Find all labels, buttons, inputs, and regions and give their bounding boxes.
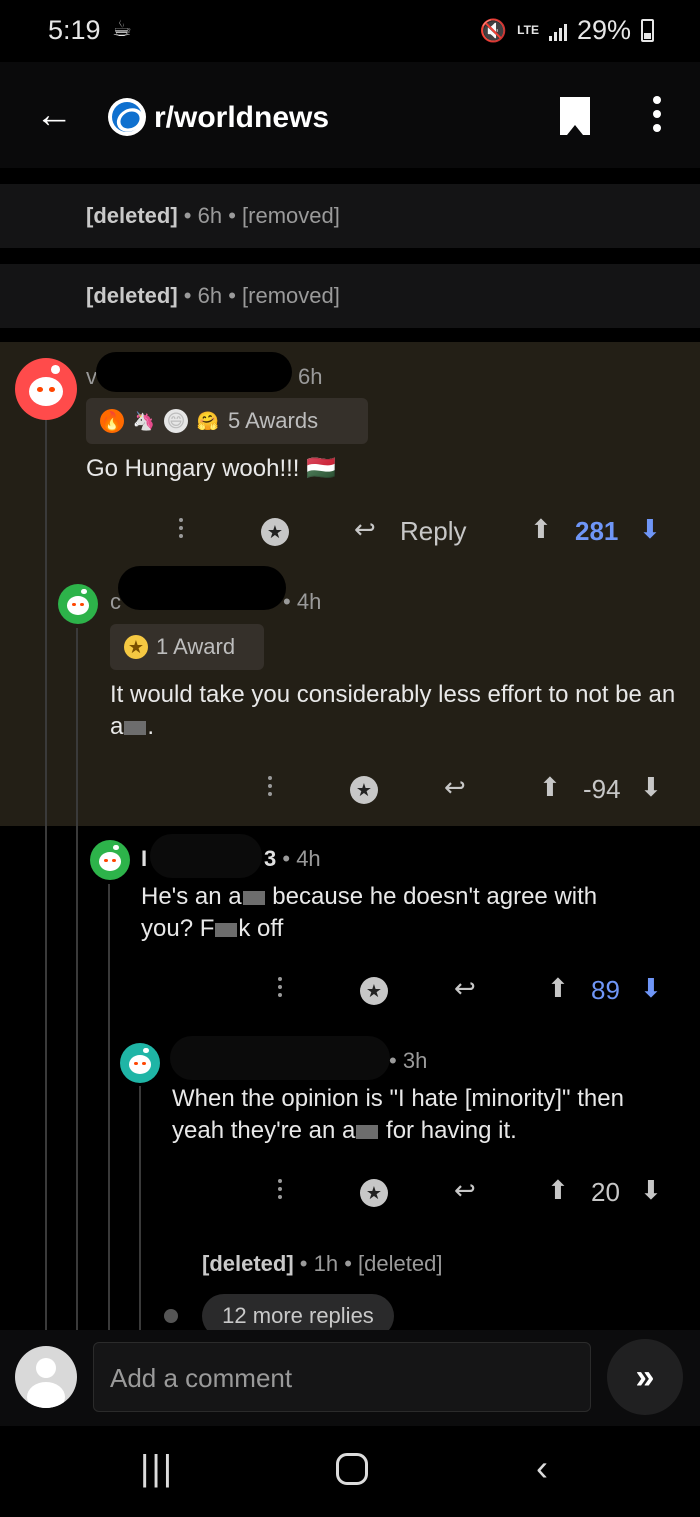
overflow-menu-icon[interactable] [651,96,663,136]
mute-icon: 🔇 [479,17,508,43]
fire-award-icon: 🔥 [100,409,124,433]
more-options-icon[interactable] [277,1179,283,1203]
awards-count: 1 Award [156,634,236,659]
back-nav-icon[interactable]: ‹ [536,1448,548,1488]
bookmark-icon[interactable] [560,97,590,135]
network-type: LTE [517,23,539,37]
downvote-icon[interactable]: ⬇ [639,514,661,545]
thread-collapse-dot[interactable] [164,1309,178,1323]
clock: 5:19 [48,15,101,45]
redacted-username [96,352,292,392]
status-icons: 🔇 LTE 29% [480,15,654,46]
comment-age: 1h [313,1251,339,1276]
comment-meta: [deleted] • 6h • [removed] [86,283,340,308]
author-name: [deleted] [86,203,178,228]
downvote-icon[interactable]: ⬇ [640,973,662,1004]
downvote-icon[interactable]: ⬇ [640,772,662,803]
user-avatar[interactable] [120,1043,160,1083]
comment-age: 6h [197,283,223,308]
deleted-reply[interactable]: [deleted] • 1h • [deleted] [202,1251,442,1277]
give-award-icon[interactable] [360,1179,388,1207]
user-avatar[interactable] [58,584,98,624]
reply-icon[interactable]: ↩ [354,514,376,545]
upvote-icon[interactable]: ⬆ [547,973,569,1004]
vote-score: 281 [575,516,619,546]
give-award-icon[interactable] [261,518,289,546]
subreddit-icon[interactable] [108,98,146,136]
subreddit-name[interactable]: r/worldnews [154,101,329,135]
awards-badge[interactable]: 🔥 🦄 😄 🤗 5 Awards [86,398,368,444]
comment-actions: ↩ ⬆ 89 ⬇ [0,971,700,1011]
reply-icon[interactable]: ↩ [444,772,466,803]
app-bar: ← r/worldnews [0,62,700,168]
unicorn-award-icon: 🦄 [132,411,156,431]
comment-age: 3 • 4h [264,846,321,871]
snoo-award-icon: 😄 [164,409,188,433]
redacted-username [170,1036,390,1080]
comment-composer: Add a comment » [0,1330,700,1426]
next-comment-icon[interactable]: » [607,1339,683,1415]
upvote-icon[interactable]: ⬆ [539,772,561,803]
signal-icon [548,21,567,41]
reply-icon[interactable]: ↩ [454,973,476,1004]
upvote-icon[interactable]: ⬆ [530,514,552,545]
redacted-username [118,566,286,610]
comment-age: • 4h [283,589,322,614]
comment-age: 6h [197,203,223,228]
author-name: [deleted] [202,1251,294,1276]
current-user-avatar[interactable] [15,1346,77,1408]
deleted-comment-row[interactable]: [deleted] • 6h • [removed] [0,264,700,328]
comment-content: [removed] [242,203,340,228]
comment-input[interactable]: Add a comment [93,1342,591,1412]
battery-percent: 29% [576,15,631,45]
battery-icon [641,19,654,42]
thread-line [108,884,110,1330]
redacted-username [150,834,262,878]
comment-author[interactable]: I [141,846,147,872]
downvote-icon[interactable]: ⬇ [640,1175,662,1206]
wholesome-award-icon: 🤗 [196,411,220,431]
comment-body: Go Hungary wooh!!! 🇭🇺 [86,455,336,482]
vote-score: 20 [591,1177,620,1207]
reply-icon[interactable]: ↩ [454,1175,476,1206]
more-options-icon[interactable] [178,518,184,542]
comment-actions: ↩ ⬆ 20 ⬇ [0,1173,700,1213]
vote-score: 89 [591,975,620,1005]
gold-award-icon: ★ [124,635,148,659]
recent-apps-icon[interactable]: ||| [140,1448,174,1488]
comment-age: • 3h [389,1048,428,1073]
comment-body: When the opinion is "I hate [minority]" … [172,1085,624,1144]
notification-icon: ☕ [112,16,132,41]
comment-content: [removed] [242,283,340,308]
more-options-icon[interactable] [267,776,273,800]
comment-age: 6h [298,364,323,389]
awards-badge[interactable]: ★ 1 Award [110,624,264,670]
awards-count: 5 Awards [228,408,319,433]
comment-body: It would take you considerably less effo… [110,681,676,740]
status-bar: 5:19 ☕ 🔇 LTE 29% [0,0,700,62]
comment-content: [deleted] [358,1251,443,1276]
comment-actions: ↩ Reply ⬆ 281 ⬇ [0,512,700,552]
deleted-comment-row[interactable]: [deleted] • 6h • [removed] [0,184,700,248]
vote-score: -94 [583,774,621,804]
back-arrow-icon[interactable]: ← [35,96,73,134]
system-nav-bar: ||| ‹ [0,1426,700,1517]
give-award-icon[interactable] [350,776,378,804]
more-options-icon[interactable] [277,977,283,1001]
user-avatar[interactable] [90,840,130,880]
user-avatar[interactable] [15,358,77,420]
upvote-icon[interactable]: ⬆ [547,1175,569,1206]
home-icon[interactable] [336,1453,368,1485]
comment-meta: [deleted] • 6h • [removed] [86,203,340,228]
reply-button[interactable]: Reply [400,516,466,547]
comment-body: He's an a because he doesn't agree with … [141,883,598,942]
author-name: [deleted] [86,283,178,308]
comment-actions: ↩ ⬆ -94 ⬇ [0,770,700,810]
give-award-icon[interactable] [360,977,388,1005]
